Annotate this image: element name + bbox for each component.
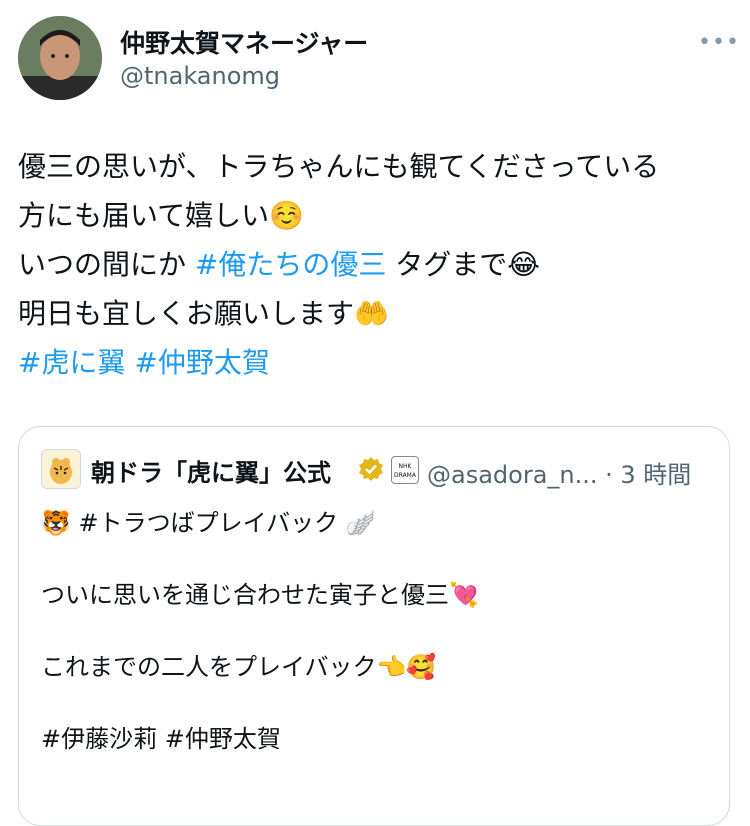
tweet-line-4: 明日も宜しくお願いします🤲 — [18, 289, 733, 338]
quoted-line-1: 🐯 #トラつばプレイバック 🪽 — [41, 509, 376, 537]
quoted-line-3: これまでの二人をプレイバック👈🥰 — [41, 653, 437, 681]
author-display-name[interactable]: 仲野太賀マネージャー — [120, 24, 368, 60]
tweet-line-1: 優三の思いが、トラちゃんにも観てくださっている — [18, 150, 660, 183]
quoted-tweet-card[interactable]: 朝ドラ「虎に翼」公式 NHK DRAMA @asadora_n... · 3 時… — [18, 426, 730, 826]
tweet-text: 優三の思いが、トラちゃんにも観てくださっている 方にも届いて嬉しい☺️ いつの間… — [18, 142, 733, 387]
palms-up-emoji-icon: 🤲 — [354, 297, 389, 330]
hashtag-link-nakano-taiga[interactable]: #仲野太賀 — [134, 346, 269, 379]
smiling-face-emoji-icon: ☺️ — [269, 199, 305, 232]
tweet-line-3: いつの間にか #俺たちの優三 タグまで😂 — [18, 240, 733, 289]
nhk-drama-badge-icon: NHK DRAMA — [391, 456, 419, 484]
tweet-line-3-pre: いつの間にか — [18, 248, 195, 281]
author-handle[interactable]: @tnakanomg — [120, 62, 280, 90]
quoted-handle-and-time[interactable]: @asadora_n... · 3 時間 — [427, 455, 691, 490]
avatar-photo — [18, 16, 102, 100]
tweet-hashtags: #虎に翼 #仲野太賀 — [18, 338, 733, 387]
more-options-icon[interactable]: ••• — [698, 30, 740, 55]
tweet-line-4-text: 明日も宜しくお願いします — [18, 297, 355, 330]
tweet-line-2: 方にも届いて嬉しい☺️ — [18, 191, 733, 240]
quoted-line-4: #伊藤沙莉 #仲野太賀 — [41, 725, 281, 753]
verified-badge-icon — [359, 457, 383, 481]
hashtag-link-toranitsubasa[interactable]: #虎に翼 — [18, 346, 125, 379]
tears-of-joy-emoji-icon: 😂 — [507, 248, 540, 281]
tweet-line-2-text: 方にも届いて嬉しい — [18, 199, 270, 232]
author-avatar[interactable] — [18, 16, 102, 100]
quoted-display-name[interactable]: 朝ドラ「虎に翼」公式 — [91, 453, 331, 488]
hashtag-link-oretachi[interactable]: #俺たちの優三 — [195, 248, 386, 281]
quoted-line-2: ついに思いを通じ合わせた寅子と優三💘 — [41, 581, 479, 609]
tweet-line-3-post: タグまで — [386, 248, 508, 281]
tiger-mascot-icon — [50, 458, 72, 484]
quoted-avatar[interactable] — [41, 449, 81, 489]
